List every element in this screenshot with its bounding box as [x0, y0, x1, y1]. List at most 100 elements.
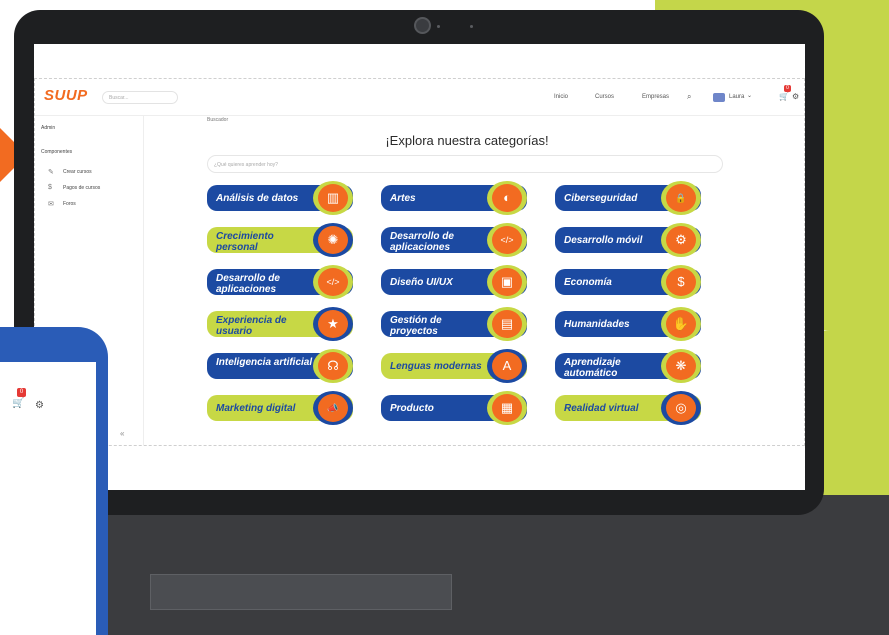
vr-icon: ◎ [666, 394, 696, 422]
category-card[interactable]: Desarrollo móvil ⚙ [555, 223, 725, 257]
category-icon-badge: ▤ [487, 307, 527, 341]
sidebar-role: Admin [41, 125, 56, 131]
lock-icon: 🔒 [666, 184, 696, 212]
category-card[interactable]: Humanidades ✋ [555, 307, 725, 341]
document-icon: ▤ [492, 310, 522, 338]
category-card[interactable]: Análisis de datos ▥ [207, 181, 377, 215]
category-label: Realidad virtual [564, 403, 639, 414]
category-label: Experiencia de usuario [216, 315, 287, 337]
category-card[interactable]: Lenguas modernas A [381, 349, 551, 383]
category-label: Aprendizaje automático [564, 357, 621, 379]
megaphone-icon: 📣 [318, 394, 348, 422]
category-label: Diseño UI/UX [390, 277, 453, 288]
category-icon-badge: 🔒 [661, 181, 701, 215]
category-icon-badge: ◐ [487, 181, 527, 215]
cart-icon[interactable]: 🛒 [779, 92, 789, 101]
laptop-trackpad [150, 574, 452, 610]
category-label: Análisis de datos [216, 193, 299, 204]
palette-icon: ◐ [492, 184, 522, 212]
category-icon-badge: A [487, 349, 527, 383]
sidebar-item-crear-cursos[interactable]: Crear cursos [63, 169, 92, 175]
category-label: Desarrollo de aplicaciones [216, 273, 280, 295]
category-label: Marketing digital [216, 403, 296, 414]
payments-icon: $ [48, 184, 52, 191]
cart-badge: 0 [17, 388, 26, 397]
page-title: ¡Explora nuestra categorías! [385, 133, 549, 148]
translate-icon: A [492, 352, 522, 380]
nav-inicio[interactable]: Inicio [554, 94, 568, 100]
category-icon-badge: </> [313, 265, 353, 299]
phone-code-icon: </> [318, 268, 348, 296]
category-label: Inteligencia artificial [216, 357, 313, 368]
category-card[interactable]: Gestión de proyectos ▤ [381, 307, 551, 341]
category-card[interactable]: Artes ◐ [381, 181, 551, 215]
category-label: Ciberseguridad [564, 193, 638, 204]
category-card[interactable]: Desarrollo de aplicaciones </> [381, 223, 551, 257]
category-label: Crecimiento personal [216, 231, 274, 253]
category-card[interactable]: Experiencia de usuario ★ [207, 307, 377, 341]
category-icon-badge: </> [487, 223, 527, 257]
laptop-screen: SUUP Buscar... Inicio Cursos Empresas ⌕ … [34, 44, 805, 490]
camera-dot [437, 25, 440, 28]
settings-icon: ⚙ [35, 400, 44, 411]
breadcrumb: Buscador [207, 117, 229, 123]
sidebar-item-pagos[interactable]: Pagos de cursos [63, 185, 100, 191]
category-icon-badge: ✺ [313, 223, 353, 257]
category-icon-badge: ▣ [487, 265, 527, 299]
category-icon-badge: ◎ [661, 391, 701, 425]
web-app: SUUP Buscar... Inicio Cursos Empresas ⌕ … [34, 78, 805, 446]
cart-badge: 0 [784, 85, 791, 92]
brain-icon: ❋ [666, 352, 696, 380]
logo[interactable]: SUUP [44, 87, 88, 104]
category-label: Desarrollo de aplicaciones [390, 231, 454, 253]
sidebar-section-title: Componentes [41, 149, 73, 155]
search-input[interactable]: Buscar... [102, 91, 178, 104]
mobile-gear-icon: ⚙ [666, 226, 696, 254]
category-label: Artes [390, 193, 416, 204]
category-icon-badge: $ [661, 265, 701, 299]
uiux-icon: ▣ [492, 268, 522, 296]
category-search-input[interactable]: ¿Qué quieres aprender hoy? [207, 155, 723, 173]
category-icon-badge: 📣 [313, 391, 353, 425]
cart-icon: 🛒 [12, 398, 25, 409]
category-icon-badge: ☊ [313, 349, 353, 383]
category-icon-badge: ❋ [661, 349, 701, 383]
settings-icon[interactable]: ⚙ [792, 92, 799, 101]
category-card[interactable]: Economía $ [555, 265, 725, 299]
user-star-icon: ★ [318, 310, 348, 338]
category-card[interactable]: Realidad virtual ◎ [555, 391, 725, 425]
camera-icon [414, 17, 431, 34]
category-card[interactable]: Marketing digital 📣 [207, 391, 377, 425]
handshake-icon: ✋ [666, 310, 696, 338]
laptop-keyboard [50, 495, 889, 635]
category-icon-badge: ✋ [661, 307, 701, 341]
brain-head-icon: ☊ [318, 352, 348, 380]
category-icon-badge: ⚙ [661, 223, 701, 257]
create-course-icon: ✎ [48, 169, 54, 176]
collapse-sidebar-icon[interactable]: « [120, 429, 124, 438]
category-icon-badge: ▦ [487, 391, 527, 425]
bulb-icon: ✺ [318, 226, 348, 254]
user-menu[interactable]: Laura [729, 94, 744, 100]
phone-code-icon: </> [492, 226, 522, 254]
category-label: Gestión de proyectos [390, 315, 442, 337]
category-card[interactable]: Producto ▦ [381, 391, 551, 425]
chevron-down-icon[interactable]: ⌄ [747, 92, 752, 99]
box-icon: ▦ [492, 394, 522, 422]
category-card[interactable]: Diseño UI/UX ▣ [381, 265, 551, 299]
category-label: Humanidades [564, 319, 630, 330]
category-card[interactable]: Inteligencia artificial ☊ [207, 349, 377, 383]
nav-empresas[interactable]: Empresas [642, 94, 669, 100]
category-card[interactable]: Crecimiento personal ✺ [207, 223, 377, 257]
category-card[interactable]: Ciberseguridad 🔒 [555, 181, 725, 215]
nav-cursos[interactable]: Cursos [595, 94, 614, 100]
top-bar: SUUP Buscar... Inicio Cursos Empresas ⌕ … [35, 79, 804, 116]
avatar[interactable] [713, 93, 725, 102]
category-card[interactable]: Aprendizaje automático ❋ [555, 349, 725, 383]
search-icon[interactable]: ⌕ [687, 92, 691, 102]
category-label: Lenguas modernas [390, 361, 482, 372]
category-card[interactable]: Desarrollo de aplicaciones </> [207, 265, 377, 299]
category-icon-badge: ▥ [313, 181, 353, 215]
forum-icon: ✉ [48, 201, 54, 208]
sidebar-item-foros[interactable]: Foros [63, 201, 76, 207]
